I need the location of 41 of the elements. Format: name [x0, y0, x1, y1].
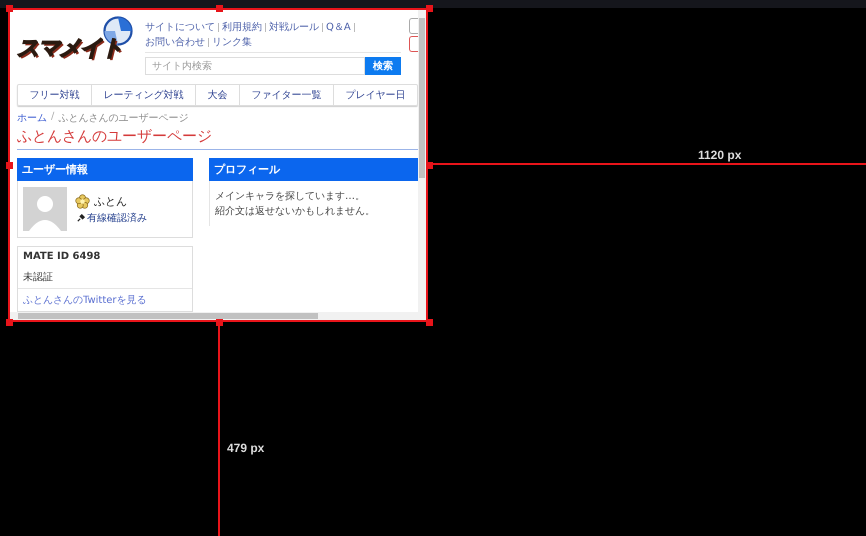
twitter-link[interactable]: ふとんさんのTwitterを見る [23, 295, 147, 306]
nav-tab[interactable]: プレイヤー日 [333, 84, 417, 105]
search-button[interactable]: 検索 [365, 57, 401, 75]
avatar-icon [23, 187, 67, 231]
mate-id: MATE ID 6498 [23, 251, 100, 262]
breadcrumb-separator: / [51, 111, 54, 124]
user-name: ふとん [94, 194, 127, 208]
resize-handle[interactable] [426, 319, 433, 326]
header-link[interactable]: 利用規約 [222, 20, 262, 34]
search-field[interactable]: サイト内検索 [145, 57, 365, 75]
breadcrumb-link[interactable]: ホーム [17, 111, 47, 125]
header-link[interactable]: 対戦ルール [269, 20, 319, 34]
panel-header: プロフィール [209, 158, 418, 181]
nav-tab[interactable]: ファイター一覧 [239, 84, 333, 105]
nav-tab[interactable]: フリー対戦 [18, 84, 91, 105]
resize-handle[interactable] [216, 5, 223, 12]
nav-tab[interactable]: 大会 [195, 84, 239, 105]
panel-header: ユーザー情報 [17, 158, 193, 181]
page-heading: ふとんさんのユーザーページ [17, 127, 418, 150]
horizontal-scrollbar[interactable] [10, 312, 418, 320]
flower-icon [75, 194, 90, 208]
profile-text: 紹介文は返せないかもしれません。 [215, 204, 376, 218]
header-link[interactable]: お問い合わせ [145, 35, 205, 49]
resize-handle[interactable] [6, 319, 13, 326]
header-link[interactable]: サイトについて [145, 20, 215, 34]
resize-handle[interactable] [6, 5, 13, 12]
vertical-scrollbar[interactable] [418, 10, 426, 312]
status-label: 未認証 [23, 272, 53, 283]
site-logo[interactable]: スマメイト [17, 16, 137, 80]
header-link[interactable]: リンク集 [212, 35, 252, 49]
profile-text: メインキャラを探しています…。 [215, 190, 366, 203]
breadcrumb-link[interactable]: ふとんさんのユーザーページ [58, 111, 188, 125]
nav-tab[interactable]: レーティング対戦 [91, 84, 195, 105]
header-link[interactable]: Q＆A [326, 20, 351, 34]
width-label: 1120 px [698, 148, 742, 162]
plug-icon [77, 214, 85, 222]
height-label: 479 px [227, 441, 264, 455]
verification-label: 有線確認済み [87, 212, 147, 224]
capture-frame[interactable] [8, 8, 428, 322]
resize-handle[interactable] [426, 5, 433, 12]
resize-handle[interactable] [6, 162, 13, 169]
